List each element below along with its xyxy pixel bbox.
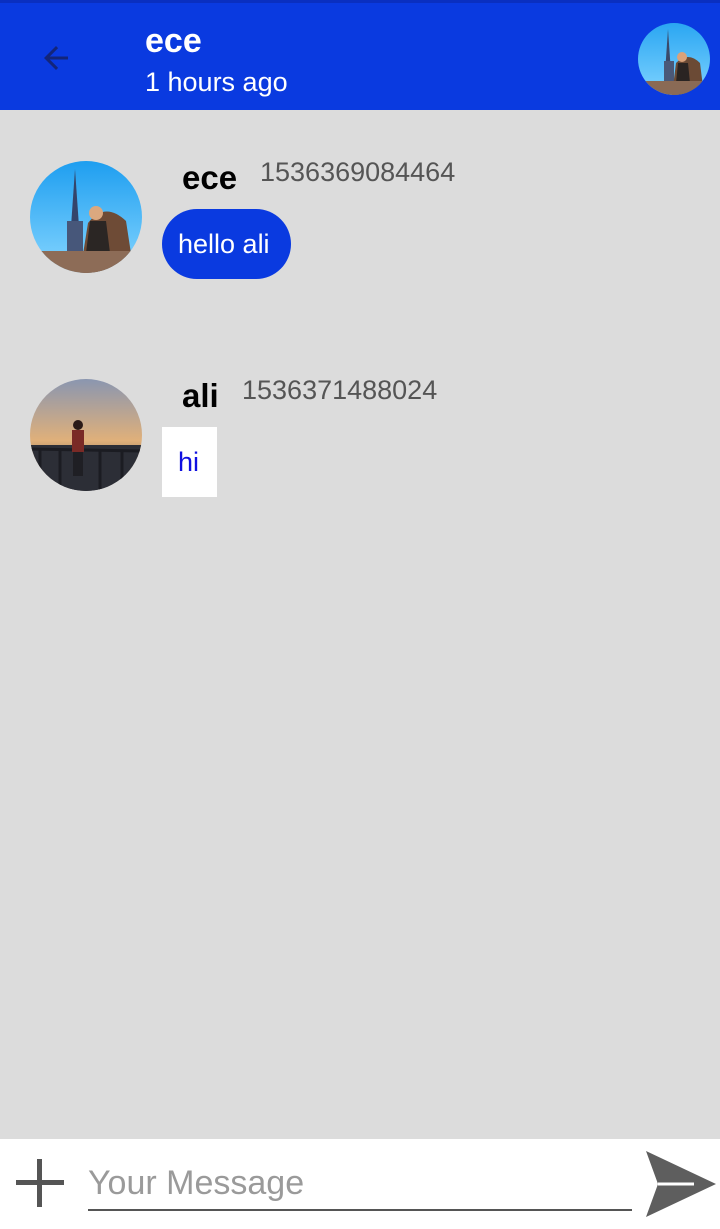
- message-bubble[interactable]: hello ali: [162, 209, 291, 279]
- message-timestamp: 1536371488024: [242, 375, 438, 405]
- arrow-left-icon: [44, 46, 68, 70]
- message-composer: [0, 1139, 720, 1229]
- message-row: ali 1536371488024 hi: [0, 368, 720, 508]
- message-row: ece 1536369084464 hello ali: [0, 150, 720, 290]
- plus-icon: [16, 1159, 64, 1207]
- avatar-photo-icon: [638, 23, 710, 95]
- last-seen-text: 1 hours ago: [145, 67, 288, 97]
- message-timestamp: 1536369084464: [260, 157, 456, 187]
- send-icon: [646, 1151, 716, 1217]
- back-button[interactable]: [28, 33, 84, 83]
- message-input[interactable]: [88, 1157, 632, 1211]
- avatar-photo-icon: [30, 379, 142, 491]
- avatar-photo-icon: [30, 161, 142, 273]
- chat-screen: ece 1 hours ago ece 1536369084464 hello …: [0, 0, 720, 1229]
- avatar[interactable]: [30, 379, 142, 491]
- send-button[interactable]: [644, 1149, 718, 1219]
- add-attachment-button[interactable]: [12, 1155, 68, 1211]
- chat-title: ece: [145, 22, 202, 60]
- contact-avatar[interactable]: [638, 23, 710, 95]
- toolbar: ece 1 hours ago: [0, 0, 720, 110]
- avatar[interactable]: [30, 161, 142, 273]
- message-bubble[interactable]: hi: [162, 427, 217, 497]
- sender-name: ece: [182, 159, 238, 196]
- sender-name: ali: [182, 377, 219, 414]
